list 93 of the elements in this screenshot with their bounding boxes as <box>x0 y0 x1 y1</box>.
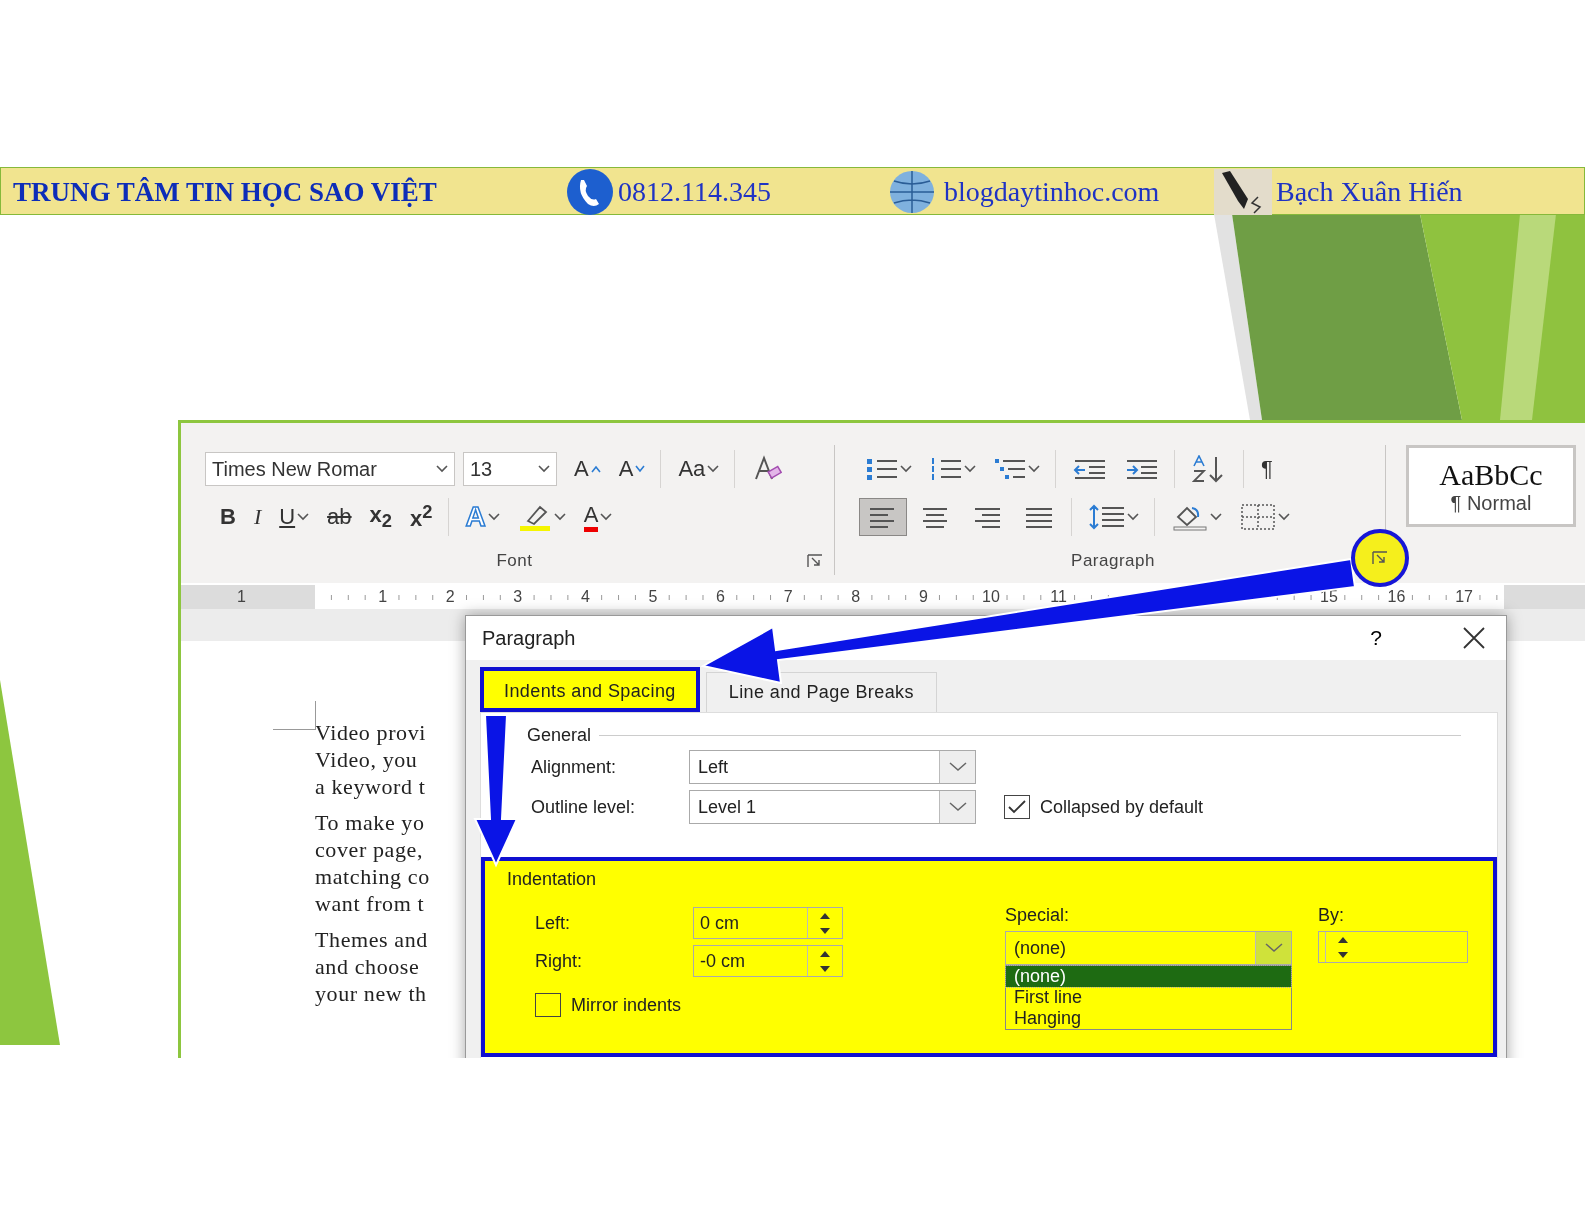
section-heading: Indentation <box>507 868 597 890</box>
style-gallery-item[interactable]: AaBbCc ¶ Normal <box>1406 445 1576 527</box>
caret-icon <box>600 513 613 521</box>
dropdown-option[interactable]: Hanging <box>1006 1008 1291 1029</box>
field-label: Left: <box>535 912 572 934</box>
chevron-down-icon <box>1264 943 1283 953</box>
triangle-down-icon <box>820 965 830 972</box>
case-button[interactable]: Aa <box>671 450 727 488</box>
dialog-tab[interactable]: Line and Page Breaks <box>705 672 937 712</box>
document-paragraph: To make yo cover page, matching co want from t <box>315 809 430 917</box>
decrease-indent-icon <box>1073 458 1107 480</box>
caret-icon <box>900 465 912 473</box>
left-indent-field[interactable]: 0 cm <box>693 907 843 939</box>
highlighter-icon <box>517 503 552 531</box>
author-name: Bạch Xuân Hiến <box>1276 176 1463 208</box>
margin-corner-mark <box>273 701 316 730</box>
caret-icon <box>553 513 566 521</box>
caret-icon <box>1127 513 1139 521</box>
borders-icon <box>1240 503 1276 531</box>
caret-icon <box>436 465 448 473</box>
triangle-down-icon <box>820 927 830 934</box>
dropdown-button[interactable] <box>939 751 975 783</box>
ruler-number: 1 <box>237 588 246 606</box>
superscript-button[interactable]: x$^{2}$ <box>403 498 440 536</box>
italic-button[interactable]: I <box>246 498 269 536</box>
dropdown-option[interactable]: First line <box>1006 987 1291 1008</box>
website-url: blogdaytinhoc.com <box>944 176 1160 208</box>
checkbox-label: Mirror indents <box>571 994 682 1016</box>
group-label: Paragraph <box>1071 551 1155 571</box>
dropdown-button[interactable] <box>1255 932 1291 964</box>
triangle-up-icon <box>820 912 830 919</box>
numbered-list-icon <box>930 457 962 481</box>
help-button[interactable]: ? <box>1366 626 1386 650</box>
pen-icon <box>1214 169 1272 215</box>
dialog-tab[interactable]: Indents and Spacing <box>480 667 700 712</box>
font-name-field[interactable]: Times New Romar <box>205 452 455 486</box>
subscript-button[interactable]: x$_{2}$ <box>362 498 400 536</box>
chevron-down-icon <box>948 762 967 772</box>
underline-button[interactable]: U <box>272 498 317 536</box>
chevron-down-icon <box>948 802 967 812</box>
caret-icon <box>297 513 310 521</box>
bulleted-list-icon <box>866 457 898 481</box>
caret-icon <box>538 465 550 473</box>
checkbox-label: Collapsed by default <box>1040 796 1204 818</box>
outline-level-dropdown[interactable]: Level 1 <box>689 790 976 824</box>
caret-icon <box>487 513 500 521</box>
close-icon <box>1462 626 1486 650</box>
document-paragraph: Video provi Video, you a keyword t <box>315 719 426 800</box>
bold-button[interactable]: B <box>213 498 243 536</box>
font-size-field[interactable]: 13 <box>463 452 557 486</box>
checkmark-icon <box>1008 800 1026 814</box>
caret-icon <box>707 465 720 473</box>
checkbox[interactable] <box>1004 795 1030 819</box>
show-formatting-marks-button[interactable]: ¶ <box>1254 450 1280 488</box>
phone-number: 0812.114.345 <box>618 176 771 208</box>
align-left-button[interactable] <box>859 498 907 536</box>
special-dropdown[interactable]: (none) <box>1005 931 1292 965</box>
checkbox[interactable] <box>535 993 561 1017</box>
line-spacing-icon <box>1089 504 1125 530</box>
launcher-icon <box>807 554 823 568</box>
group-label: Font <box>496 551 533 571</box>
grow-button[interactable]: A <box>567 450 608 488</box>
field-label: Special: <box>1005 903 1071 927</box>
by-field[interactable] <box>1318 931 1468 963</box>
field-label: Alignment: <box>531 756 618 778</box>
triangle-down-icon <box>1338 951 1348 958</box>
caret-icon <box>1278 513 1290 521</box>
triangle-up-icon <box>1338 936 1348 943</box>
caret-up-icon <box>590 465 601 473</box>
right-indent-field[interactable]: -0 cm <box>693 945 843 977</box>
field-label: By: <box>1318 903 1345 927</box>
caret-icon <box>1028 465 1040 473</box>
caret-icon <box>964 465 976 473</box>
field-label: Right: <box>535 950 584 972</box>
alignment-dropdown[interactable]: Left <box>689 750 976 784</box>
strike-button[interactable]: ab <box>320 498 359 536</box>
triangle-up-icon <box>820 950 830 957</box>
field-label: Outline level: <box>531 796 637 818</box>
increase-indent-icon <box>1125 458 1159 480</box>
section-heading: General <box>527 724 592 746</box>
multilevel-list-icon <box>994 457 1026 481</box>
paragraph-dialog-launcher[interactable] <box>1351 529 1409 587</box>
caret-down-icon <box>635 465 646 473</box>
document-paragraph: Themes and and choose your new th <box>315 926 428 1007</box>
caret-icon <box>1210 513 1222 521</box>
dropdown-option[interactable]: (none) <box>1006 966 1291 987</box>
dialog-title: Paragraph <box>482 626 577 650</box>
dropdown-button[interactable] <box>939 791 975 823</box>
shrink-button[interactable]: A <box>611 450 653 488</box>
center-name: TRUNG TÂM TIN HỌC SAO VIỆT <box>12 176 438 208</box>
launcher-icon <box>1372 551 1388 565</box>
color-button[interactable]: A <box>576 498 620 536</box>
phone-icon <box>566 168 614 216</box>
